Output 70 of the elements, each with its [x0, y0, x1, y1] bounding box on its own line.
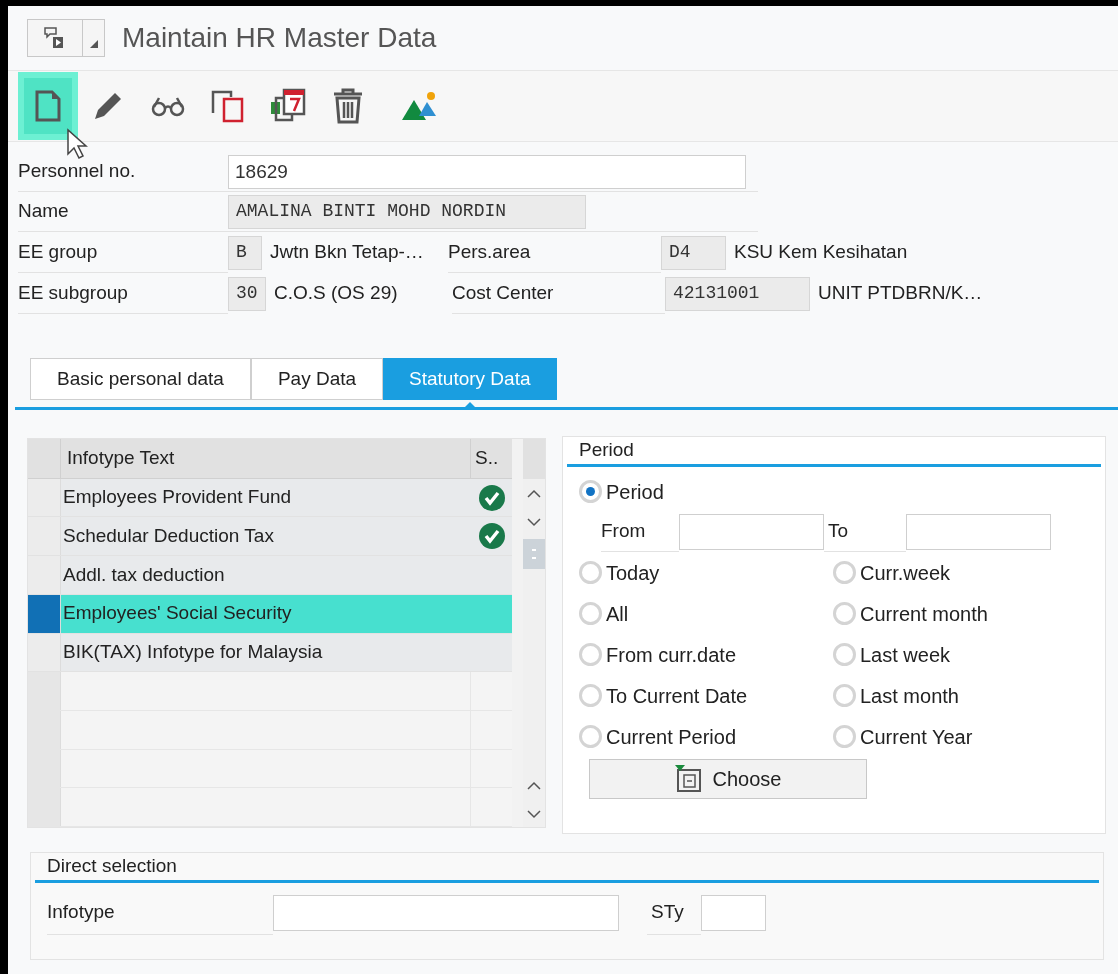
radio-label: Last month [860, 683, 959, 709]
scroll-up-icon[interactable] [527, 489, 541, 499]
column-header[interactable]: S.. [471, 439, 512, 478]
menu-tag-icon [44, 27, 66, 49]
radio-label: Current Year [860, 724, 973, 750]
radio-label: Period [606, 479, 664, 505]
field-label: Name [18, 199, 70, 224]
document-icon [34, 89, 62, 123]
description-text: UNIT PTDBRN/K… [818, 281, 983, 306]
trash-icon [332, 87, 364, 125]
radio-label: All [606, 601, 629, 627]
radio-label: Curr.week [860, 560, 951, 586]
table-cell[interactable]: Employees' Social Security [61, 594, 471, 633]
radio-label: Current month [860, 601, 988, 627]
radio-button[interactable] [579, 725, 602, 748]
row-selector[interactable] [28, 594, 61, 633]
check-circle-icon [478, 484, 505, 511]
choose-button[interactable]: Choose [589, 759, 867, 799]
radio-button[interactable] [579, 684, 602, 707]
window-title: Maintain HR Master Data [122, 21, 437, 55]
command-menu-button[interactable] [27, 19, 105, 57]
tab[interactable]: Basic personal data [30, 358, 251, 400]
from-date-field[interactable] [679, 514, 824, 550]
code-field: 42131001 [665, 276, 810, 311]
scroll-down-icon[interactable] [527, 517, 541, 527]
mountains-icon [401, 90, 439, 122]
check-circle-icon [478, 523, 505, 550]
radio-button[interactable] [833, 684, 856, 707]
name-field: AMALINA BINTI MOHD NORDIN [228, 194, 586, 229]
radio-label: Current Period [606, 724, 737, 750]
radio-button[interactable] [833, 602, 856, 625]
table-cell[interactable]: Addl. tax deduction [61, 556, 471, 594]
description-text: C.O.S (OS 29) [274, 281, 399, 306]
field-label: Personnel no. [18, 159, 137, 184]
copy-icon [210, 89, 246, 123]
radio-button[interactable] [833, 643, 856, 666]
group-title: Direct selection [47, 854, 177, 879]
table-cell[interactable]: BIK(TAX) Infotype for Malaysia [61, 633, 471, 672]
tab[interactable]: Pay Data [250, 358, 384, 400]
calendar-copy-icon [270, 88, 306, 124]
code-field: 30 [228, 276, 266, 311]
scroll-up-icon[interactable] [527, 781, 541, 791]
dropdown-corner-icon [89, 40, 98, 48]
radio-label: From curr.date [606, 642, 737, 668]
column-header[interactable]: Infotype Text [61, 439, 471, 478]
radio-button[interactable] [579, 643, 602, 666]
table-cell[interactable]: Employees Provident Fund [61, 478, 471, 517]
description-text: KSU Kem Kesihatan [734, 240, 908, 265]
infotype-field[interactable] [273, 895, 619, 931]
radio-label: Today [606, 560, 660, 586]
radio-button[interactable] [579, 602, 602, 625]
choose-icon [674, 765, 703, 793]
radio-button[interactable] [833, 561, 856, 584]
radio-button[interactable] [833, 725, 856, 748]
glasses-icon [151, 95, 185, 117]
radio-label: To Current Date [606, 683, 748, 709]
code-field: D4 [661, 235, 726, 270]
toolbar-button[interactable] [18, 72, 78, 140]
to-date-field[interactable] [906, 514, 1051, 550]
group-title: Period [579, 438, 634, 463]
radio-button[interactable] [579, 561, 602, 584]
subtype-field[interactable] [701, 895, 766, 931]
radio-label: Last week [860, 642, 951, 668]
code-field: B [228, 235, 262, 270]
description-text: Jwtn Bkn Tetap-… [270, 240, 425, 265]
radio-button[interactable] [579, 480, 602, 503]
personnel-number-field[interactable]: 18629 [228, 154, 746, 189]
scroll-down-icon[interactable] [527, 809, 541, 819]
scroll-thumb[interactable] [523, 539, 545, 569]
table-cell[interactable]: Schedular Deduction Tax [61, 517, 471, 556]
